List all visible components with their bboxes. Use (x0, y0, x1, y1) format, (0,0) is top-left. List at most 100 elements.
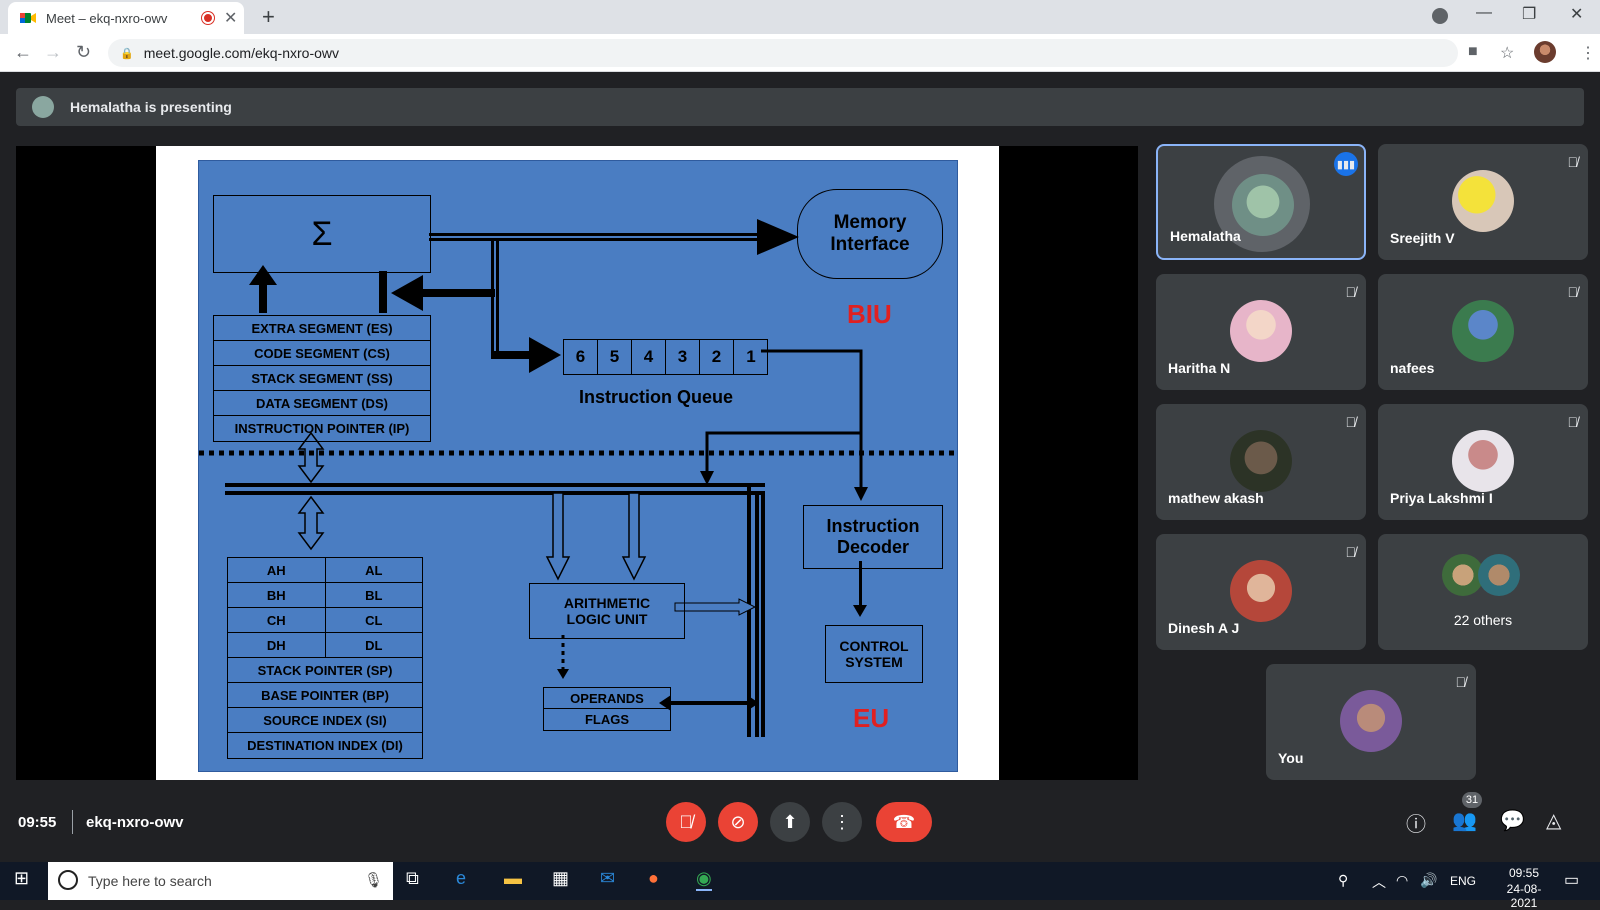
participant-avatar (1452, 430, 1514, 492)
info-icon[interactable]: ⓘ (1406, 808, 1426, 837)
participant-tile[interactable]: 🎙̸ nafees (1378, 274, 1588, 390)
register-row: CH CL (228, 608, 422, 633)
muted-mic-icon: 🎙̸ (1455, 674, 1467, 690)
more-options-button[interactable]: ⋮ (822, 802, 862, 842)
browser-tab-bar: Meet – ekq-nxro-owv ✕ + — ❐ ✕ (0, 0, 1600, 34)
people-icon[interactable]: 👥 (1452, 808, 1477, 833)
participant-tile[interactable]: 🎙̸ Dinesh A J (1156, 534, 1366, 650)
register-cell: DL (365, 637, 383, 653)
task-view-icon[interactable]: ⧉ (406, 868, 419, 889)
sigma-box: Σ (213, 195, 431, 273)
operands-flags-box: OPERANDS FLAGS (543, 687, 671, 731)
memory-interface-box: Memory Interface (797, 189, 943, 279)
chrome-icon[interactable]: ◉ (696, 868, 712, 891)
mail-icon[interactable]: ✉ (600, 868, 615, 889)
biu-label: BIU (847, 299, 892, 329)
file-explorer-icon[interactable]: ▬ (504, 868, 522, 889)
queue-cell: 2 (700, 340, 734, 374)
register-cell: BL (365, 587, 383, 603)
volume-icon[interactable]: 🔊 (1420, 872, 1437, 889)
leave-call-button[interactable]: ☎ (876, 802, 932, 842)
participant-tile[interactable]: 🎙̸ mathew akash (1156, 404, 1366, 520)
control-label-1: CONTROL (839, 638, 909, 654)
start-windows-icon[interactable]: ⊞ (14, 868, 29, 889)
restore-button[interactable]: ❐ (1522, 4, 1536, 24)
participant-count-badge: 31 (1462, 792, 1482, 808)
bookmark-star-icon[interactable]: ☆ (1500, 43, 1514, 63)
lock-icon: 🔒 (120, 47, 134, 60)
queue-cell: 5 (598, 340, 632, 374)
control-system-box: CONTROL SYSTEM (825, 625, 923, 683)
others-count: 22 others (1453, 612, 1513, 628)
chat-icon[interactable]: 💬 (1500, 808, 1525, 833)
presenting-text: Hemalatha is presenting (70, 99, 232, 115)
participant-name: Sreejith V (1390, 230, 1455, 246)
menu-kebab-icon[interactable]: ⋮ (1580, 43, 1596, 63)
others-tile[interactable]: 22 others (1378, 534, 1588, 650)
mic-toggle-button[interactable]: 🎙̸ (666, 802, 706, 842)
participant-tile[interactable]: 🎙̸ Priya Lakshmi I (1378, 404, 1588, 520)
participant-avatar (1230, 430, 1292, 492)
self-tile[interactable]: 🎙̸ You (1266, 664, 1476, 780)
decoder-label-2: Decoder (836, 537, 910, 557)
queue-cell: 1 (746, 347, 756, 366)
wifi-icon[interactable]: ◠ (1396, 872, 1408, 889)
participant-tile[interactable]: 🎙̸ Sreejith V (1378, 144, 1588, 260)
activities-icon[interactable]: ◬ (1546, 808, 1561, 833)
notifications-icon[interactable]: ▭ (1564, 870, 1579, 890)
edge-icon[interactable]: e (456, 868, 466, 889)
meeting-time: 09:55 (18, 814, 57, 831)
register-row: AH AL (228, 558, 422, 583)
language-indicator[interactable]: ENG (1450, 874, 1476, 888)
participant-tile[interactable]: 🎙̸ Haritha N (1156, 274, 1366, 390)
tab-title: Meet – ekq-nxro-owv (46, 10, 168, 26)
store-icon[interactable]: ▦ (552, 868, 569, 889)
queue-cell: 3 (666, 340, 700, 374)
eu-label: EU (853, 703, 890, 733)
search-placeholder: Type here to search (88, 873, 212, 889)
close-window-button[interactable]: ✕ (1570, 4, 1583, 24)
muted-mic-icon: 🎙̸ (1345, 284, 1357, 300)
camera-toggle-button[interactable]: ⊘ (718, 802, 758, 842)
tab-search-icon[interactable] (1432, 8, 1448, 24)
camera-off-icon: ⊘ (730, 811, 746, 832)
instruction-queue: 6 5 4 3 2 1 (563, 339, 768, 375)
firefox-icon[interactable]: ● (648, 868, 659, 889)
close-tab-icon[interactable]: ✕ (224, 8, 237, 28)
participant-avatar (1452, 170, 1514, 232)
register-cell: DH (228, 633, 326, 657)
clock[interactable]: 09:55 24-08-2021 (1496, 866, 1552, 910)
reload-icon[interactable]: ↻ (76, 42, 91, 63)
participant-name: Haritha N (1168, 360, 1231, 376)
presenting-banner: Hemalatha is presenting (16, 88, 1584, 126)
alu-label-1: ARITHMETIC (563, 595, 651, 611)
register-row: STACK POINTER (SP) (228, 658, 422, 683)
participant-tile[interactable]: ▮▮▮ Hemalatha (1156, 144, 1366, 260)
new-tab-button[interactable]: + (262, 4, 275, 30)
memory-label-2: Interface (830, 234, 910, 255)
url-field[interactable]: 🔒 meet.google.com/ekq-nxro-owv (108, 39, 1458, 67)
segment-row: DATA SEGMENT (DS) (214, 391, 430, 416)
divider (72, 810, 73, 834)
browser-tab[interactable]: Meet – ekq-nxro-owv ✕ (8, 2, 244, 34)
register-row: DESTINATION INDEX (DI) (247, 738, 403, 753)
queue-cell: 4 (632, 340, 666, 374)
present-button[interactable]: ⬆ (770, 802, 810, 842)
people-tray-icon[interactable]: ⚲ (1338, 872, 1348, 889)
forward-icon[interactable]: → (44, 42, 62, 63)
segment-row: INSTRUCTION POINTER (IP) (234, 421, 410, 436)
decoder-label-1: Instruction (826, 516, 920, 536)
camera-icon[interactable]: ■ (1468, 43, 1478, 61)
register-row: SOURCE INDEX (SI) (228, 708, 422, 733)
back-icon[interactable]: ← (14, 42, 32, 63)
speaking-indicator-icon: ▮▮▮ (1334, 152, 1358, 176)
minimize-button[interactable]: — (1476, 4, 1492, 22)
profile-avatar[interactable] (1534, 41, 1556, 63)
control-label-2: SYSTEM (845, 654, 903, 670)
muted-mic-icon: 🎙̸ (1345, 544, 1357, 560)
tray-expand-icon[interactable]: ︿ (1372, 872, 1386, 892)
taskbar-search[interactable]: Type here to search 🎙 (48, 862, 393, 900)
participant-avatar (1232, 174, 1294, 236)
microphone-icon[interactable]: 🎙 (364, 871, 383, 889)
segment-row: STACK SEGMENT (SS) (214, 366, 430, 391)
